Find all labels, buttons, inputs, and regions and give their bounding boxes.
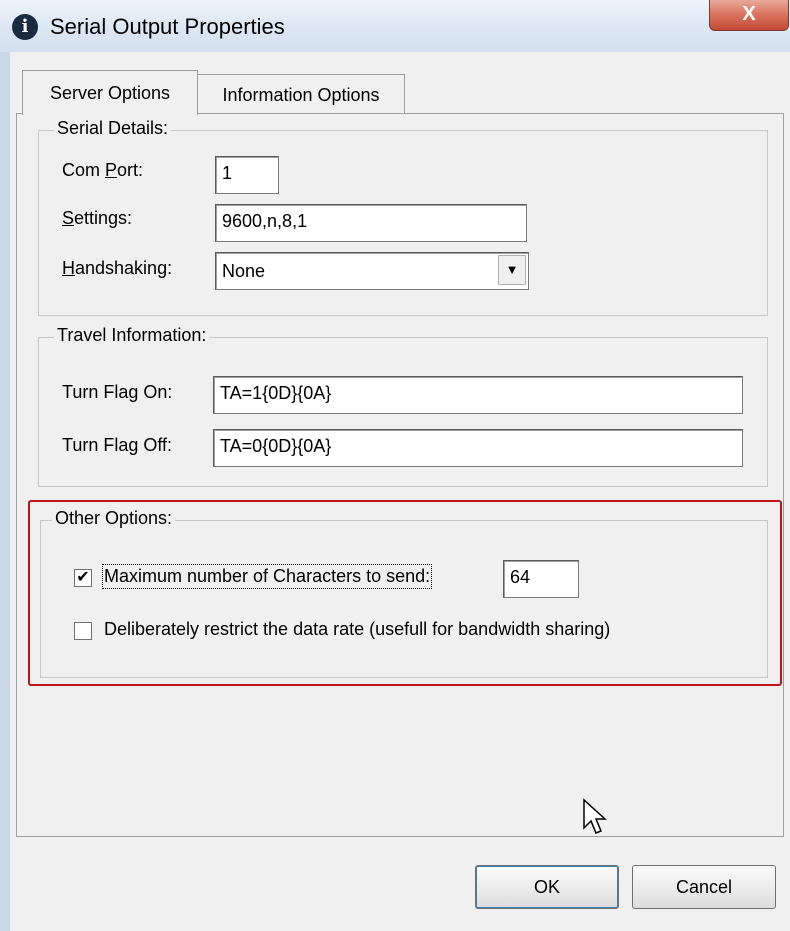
turn-flag-on-label: Turn Flag On:: [62, 382, 173, 402]
settings-input[interactable]: 9600,n,8,1: [215, 204, 527, 242]
handshaking-label: Handshaking:: [62, 258, 173, 278]
handshaking-selected-value: None: [222, 261, 266, 281]
title-bar: i Serial Output Properties X: [0, 0, 790, 53]
mouse-cursor-icon: [583, 798, 607, 834]
ok-button[interactable]: OK: [475, 865, 619, 909]
turn-flag-off-input[interactable]: TA=0{0D}{0A}: [213, 429, 743, 467]
info-icon: i: [12, 14, 38, 40]
com-port-input[interactable]: 1: [215, 156, 279, 194]
cancel-button[interactable]: Cancel: [632, 865, 776, 909]
group-serial-details-title: Serial Details:: [54, 118, 172, 139]
group-travel-information-title: Travel Information:: [54, 325, 210, 346]
tab-server-options[interactable]: Server Options: [22, 70, 198, 115]
highlight-annotation-box: [28, 500, 782, 686]
window-title: Serial Output Properties: [50, 14, 285, 39]
chevron-down-icon[interactable]: ▼: [498, 255, 526, 285]
tab-information-options[interactable]: Information Options: [197, 74, 405, 113]
turn-flag-on-input[interactable]: TA=1{0D}{0A}: [213, 376, 743, 414]
close-button[interactable]: X: [709, 0, 789, 31]
handshaking-select[interactable]: None ▼: [215, 252, 529, 290]
settings-label: Settings:: [62, 208, 133, 228]
turn-flag-off-label: Turn Flag Off:: [62, 435, 173, 455]
com-port-label: Com Port:: [62, 160, 144, 180]
window-frame-left: [0, 52, 10, 931]
